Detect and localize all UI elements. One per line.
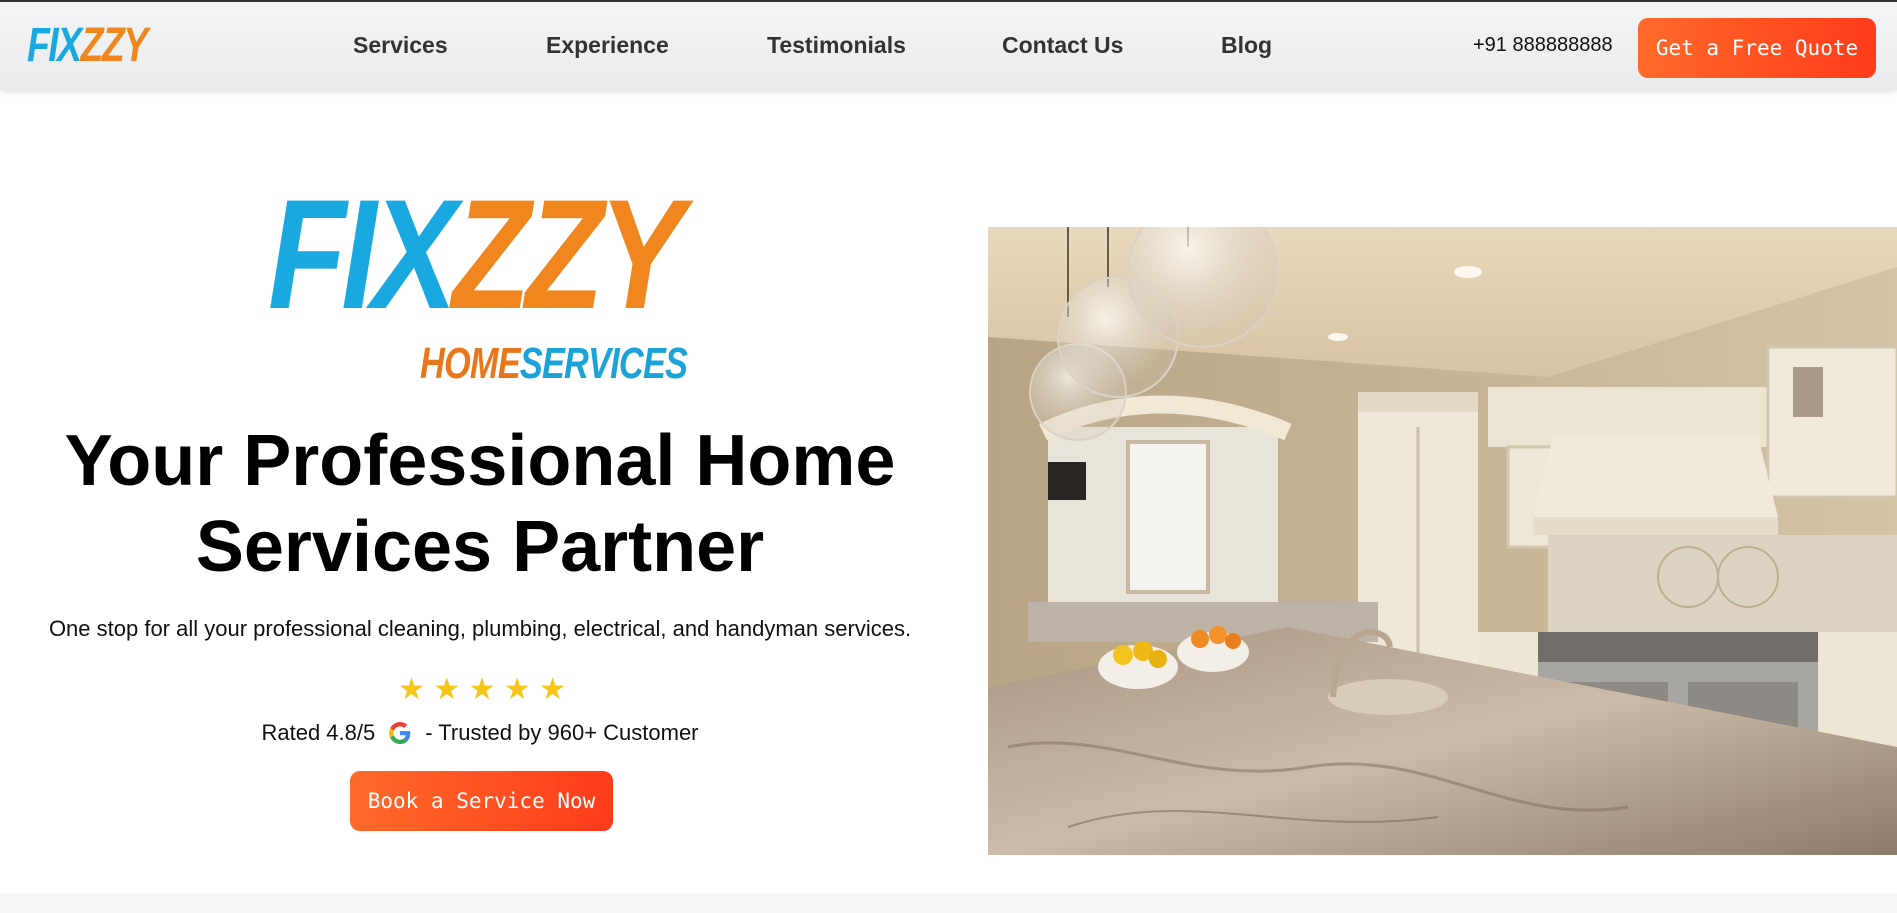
hero-logo-wordmark: FIXZZY: [268, 168, 684, 342]
kitchen-photo: [988, 227, 1897, 855]
star-icon: ★: [503, 673, 531, 706]
hero-logo-fix: FIX: [268, 168, 457, 342]
hero-logo: FIXZZY HOMESERVICES: [268, 170, 698, 400]
star-icon: ★: [468, 673, 496, 706]
next-section-edge: [0, 893, 1897, 913]
site-header: FIXZZY Services Experience Testimonials …: [0, 0, 1897, 90]
logo-text-zzy: ZZY: [80, 19, 149, 72]
hero-headline-line2: Services Partner: [195, 507, 765, 587]
hero-subtitle: One stop for all your professional clean…: [48, 616, 912, 641]
star-icon: ★: [539, 673, 566, 706]
google-icon: [389, 722, 411, 744]
nav-item-testimonials[interactable]: Testimonials: [767, 32, 906, 59]
rating-row: Rated 4.8/5 - Trusted by 960+ Customer: [20, 718, 940, 748]
hero-logo-services: SERVICES: [519, 339, 688, 388]
rating-text: Rated 4.8/5: [261, 720, 376, 745]
nav-item-contact-us[interactable]: Contact Us: [1002, 32, 1123, 59]
nav-item-services[interactable]: Services: [353, 32, 448, 59]
hero-headline: Your Professional Home Services Partner: [20, 418, 940, 590]
logo-text-fix: FIX: [27, 19, 82, 72]
hero-logo-tagline: HOMESERVICES: [420, 338, 688, 390]
nav-item-blog[interactable]: Blog: [1221, 32, 1272, 59]
rating-stars: ★ ★ ★ ★ ★: [398, 672, 566, 708]
star-icon: ★: [398, 673, 425, 706]
header-logo[interactable]: FIXZZY: [27, 19, 149, 72]
book-service-button[interactable]: Book a Service Now: [350, 771, 613, 831]
hero-headline-line1: Your Professional Home: [64, 421, 896, 501]
star-icon: ★: [433, 673, 461, 706]
hero-logo-home: HOME: [420, 339, 521, 388]
nav-item-experience[interactable]: Experience: [546, 32, 669, 59]
hero-logo-zzy: ZZY: [452, 168, 684, 342]
phone-number[interactable]: +91 888888888: [1473, 34, 1613, 57]
trust-text: - Trusted by 960+ Customer: [425, 720, 699, 745]
free-quote-button[interactable]: Get a Free Quote: [1638, 18, 1876, 78]
